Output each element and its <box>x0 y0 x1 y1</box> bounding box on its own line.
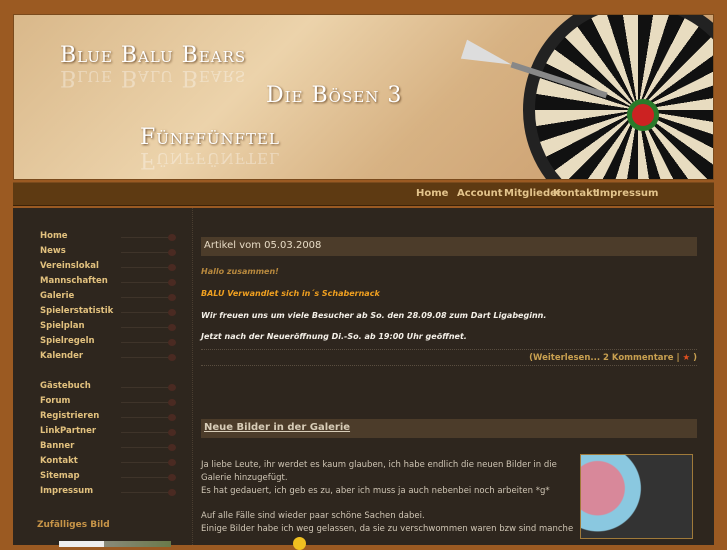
menu-divider <box>121 474 176 483</box>
paren: ) <box>693 353 697 363</box>
article-paragraph: Ja liebe Leute, ihr werdet es kaum glaub… <box>201 460 557 483</box>
sidebar-item-spielregeln[interactable]: Spielregeln <box>40 336 95 346</box>
site-subtitle: Die Bösen 3 <box>266 83 403 108</box>
article-paragraph: Auf alle Fälle sind wieder paar schöne S… <box>201 511 425 521</box>
sidebar: Home News Vereinslokal Mannschaften Gale… <box>13 208 193 547</box>
menu-divider <box>121 459 176 468</box>
top-nav: Home Account Mitglieder Kontakt Impressu… <box>13 182 714 206</box>
article-text: Wir freuen uns um viele Besucher ab So. … <box>201 311 547 320</box>
menu-divider <box>121 249 176 258</box>
sidebar-item-mannschaften[interactable]: Mannschaften <box>40 276 108 286</box>
sidebar-item-home[interactable]: Home <box>40 231 68 241</box>
menu-divider <box>121 339 176 348</box>
sidebar-item-linkpartner[interactable]: LinkPartner <box>40 426 96 436</box>
sidebar-item-kalender[interactable]: Kalender <box>40 351 83 361</box>
article-title: Artikel vom 05.03.2008 <box>204 240 322 251</box>
menu-divider <box>121 279 176 288</box>
menu-divider <box>121 384 176 393</box>
main-body: Home News Vereinslokal Mannschaften Gale… <box>13 208 714 550</box>
divider <box>201 349 697 350</box>
menu-divider <box>121 309 176 318</box>
article-footer: (Weiterlesen... 2 Kommentare | ★ ) <box>529 353 697 363</box>
separator: | <box>676 353 680 363</box>
article-headline: BALU Verwandlet sich in´s Schabernack <box>201 289 380 298</box>
article-title-bar: Artikel vom 05.03.2008 <box>201 237 697 256</box>
sidebar-item-impressum[interactable]: Impressum <box>40 486 93 496</box>
menu-divider <box>121 444 176 453</box>
sidebar-item-spielerstatistik[interactable]: Spielerstatistik <box>40 306 113 316</box>
comments-link[interactable]: 2 Kommentare <box>603 353 673 363</box>
random-image[interactable] <box>59 541 171 547</box>
gallery-image[interactable] <box>580 454 693 539</box>
nav-impressum[interactable]: Impressum <box>596 188 658 199</box>
sidebar-item-vereinslokal[interactable]: Vereinslokal <box>40 261 99 271</box>
sidebar-item-forum[interactable]: Forum <box>40 396 70 406</box>
menu-divider <box>121 414 176 423</box>
nav-account[interactable]: Account <box>457 188 502 199</box>
read-more-link[interactable]: (Weiterlesen... <box>529 353 600 363</box>
sidebar-item-galerie[interactable]: Galerie <box>40 291 74 301</box>
article-paragraph: Einige Bilder habe ich weg gelassen, da … <box>201 524 574 534</box>
divider <box>201 365 697 366</box>
header-banner: Blue Balu Bears Blue Balu Bears Die Böse… <box>13 14 714 180</box>
site-tagline-reflection: Fünffünftel <box>140 147 280 172</box>
menu-divider <box>121 324 176 333</box>
random-image-heading: Zufälliges Bild <box>37 520 110 530</box>
menu-divider <box>121 294 176 303</box>
smiley-icon <box>293 537 306 550</box>
article-text: Jetzt nach der Neueröffnung Di.-So. ab 1… <box>201 332 467 341</box>
article-paragraph: Es hat gedauert, ich geb es zu, aber ich… <box>201 486 550 496</box>
star-icon[interactable]: ★ <box>683 353 691 363</box>
sidebar-item-gaestebuch[interactable]: Gästebuch <box>40 381 91 391</box>
menu-divider <box>121 399 176 408</box>
menu-divider <box>121 354 176 363</box>
site-title-reflection: Blue Balu Bears <box>60 65 247 90</box>
nav-kontakt[interactable]: Kontakt <box>553 188 598 199</box>
menu-divider <box>121 429 176 438</box>
nav-home[interactable]: Home <box>416 188 448 199</box>
article-greeting: Hallo zusammen! <box>201 267 279 276</box>
sidebar-item-kontakt[interactable]: Kontakt <box>40 456 78 466</box>
menu-divider <box>121 489 176 498</box>
menu-divider <box>121 234 176 243</box>
sidebar-item-spielplan[interactable]: Spielplan <box>40 321 85 331</box>
menu-divider <box>121 264 176 273</box>
sidebar-item-registrieren[interactable]: Registrieren <box>40 411 99 421</box>
sidebar-item-news[interactable]: News <box>40 246 66 256</box>
article-title-bar: Neue Bilder in der Galerie <box>201 419 697 438</box>
sidebar-item-banner[interactable]: Banner <box>40 441 74 451</box>
article-title-link[interactable]: Neue Bilder in der Galerie <box>204 422 350 433</box>
sidebar-item-sitemap[interactable]: Sitemap <box>40 471 80 481</box>
